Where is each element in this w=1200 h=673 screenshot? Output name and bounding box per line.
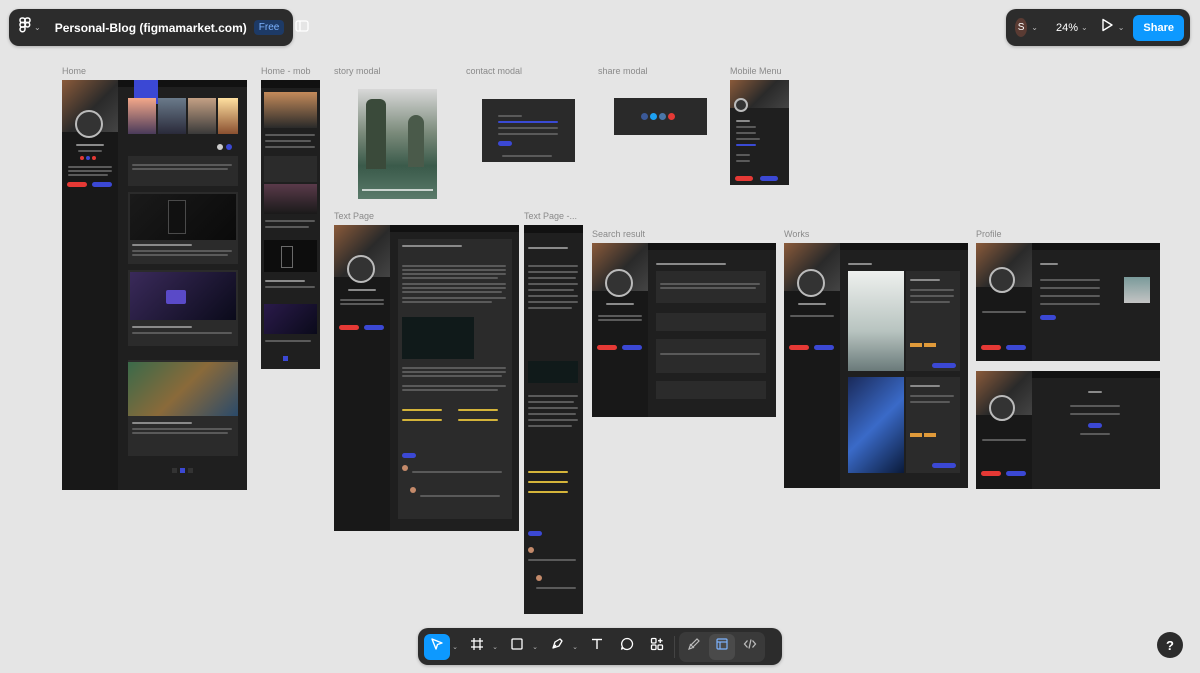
frame-text-page[interactable]: [334, 225, 519, 531]
frame-label-share-modal[interactable]: share modal: [598, 66, 648, 76]
frame-label-profile[interactable]: Profile: [976, 229, 1002, 239]
file-bar: ⌄ Personal-Blog (figmamarket.com) Free: [9, 9, 309, 46]
frame-works[interactable]: [784, 243, 968, 488]
text-icon: [590, 637, 604, 656]
move-tool[interactable]: [424, 633, 450, 660]
frame-icon: [470, 637, 484, 656]
frame-label-search-result[interactable]: Search result: [592, 229, 645, 239]
dev-mode-button[interactable]: [737, 634, 763, 660]
user-avatar[interactable]: S: [1015, 18, 1028, 37]
rectangle-icon: [510, 637, 524, 656]
frame-home[interactable]: [62, 80, 247, 490]
chevron-down-icon[interactable]: ⌄: [570, 643, 580, 651]
pen-icon: [550, 637, 564, 656]
collab-bar: S ⌄ 24% ⌄ ⌄ Share: [1006, 9, 1190, 46]
toolbar-divider: [674, 635, 675, 658]
frame-mobile-menu[interactable]: [730, 80, 789, 185]
frame-label-works[interactable]: Works: [784, 229, 809, 239]
play-icon: [1101, 18, 1114, 37]
plan-badge[interactable]: Free: [253, 20, 285, 35]
cursor-icon: [430, 637, 444, 656]
actions-tool[interactable]: [644, 634, 670, 660]
draw-mode-button[interactable]: [681, 634, 707, 660]
chevron-down-icon[interactable]: ⌄: [1081, 23, 1088, 32]
chevron-down-icon[interactable]: ⌄: [490, 643, 500, 651]
comment-tool[interactable]: [614, 634, 640, 660]
help-button[interactable]: ?: [1157, 632, 1183, 658]
zoom-level[interactable]: 24%: [1056, 22, 1078, 34]
frame-home-mob[interactable]: [261, 80, 320, 369]
present-button[interactable]: ⌄: [1101, 18, 1125, 37]
frame-label-mobile-menu[interactable]: Mobile Menu: [730, 66, 782, 76]
actions-icon: [650, 637, 664, 656]
comment-icon: [620, 637, 634, 656]
frame-profile[interactable]: [976, 243, 1160, 361]
draw-icon: [687, 637, 701, 656]
file-name[interactable]: Personal-Blog (figmamarket.com): [55, 21, 247, 35]
frame-label-text-page[interactable]: Text Page: [334, 211, 374, 221]
frame-search-result[interactable]: [592, 243, 776, 417]
frame-label-story-modal[interactable]: story modal: [334, 66, 381, 76]
chevron-down-icon: ⌄: [1117, 23, 1125, 32]
figma-logo-icon: [19, 17, 31, 38]
frame-label-contact-modal[interactable]: contact modal: [466, 66, 522, 76]
share-button[interactable]: Share: [1133, 14, 1184, 41]
toggle-sidebar-icon[interactable]: [295, 19, 309, 37]
home-sidebar: [62, 80, 118, 490]
frame-label-text-page-mob[interactable]: Text Page -...: [524, 211, 577, 221]
tool-bar: ⌄ ⌄ ⌄ ⌄: [418, 628, 782, 665]
mode-switcher: [679, 631, 765, 662]
frame-share-modal[interactable]: [614, 98, 707, 135]
chevron-down-icon[interactable]: ⌄: [530, 643, 540, 651]
frame-label-home[interactable]: Home: [62, 66, 86, 76]
frame-contact-modal[interactable]: [482, 99, 575, 162]
frame-text-page-mob[interactable]: [524, 225, 583, 614]
frame-tool[interactable]: [464, 634, 490, 660]
shape-tool[interactable]: [504, 634, 530, 660]
main-menu-button[interactable]: ⌄: [19, 17, 41, 38]
chevron-down-icon: ⌄: [34, 23, 41, 32]
design-icon: [715, 637, 729, 656]
design-mode-button[interactable]: [709, 633, 735, 660]
pen-tool[interactable]: [544, 634, 570, 660]
chevron-down-icon[interactable]: ⌄: [1031, 23, 1038, 32]
code-icon: [743, 637, 757, 656]
frame-profile-login[interactable]: [976, 371, 1160, 489]
chevron-down-icon[interactable]: ⌄: [450, 643, 460, 651]
frame-label-home-mob[interactable]: Home - mob: [261, 66, 311, 76]
frame-story-modal[interactable]: [358, 89, 437, 199]
text-tool[interactable]: [584, 634, 610, 660]
